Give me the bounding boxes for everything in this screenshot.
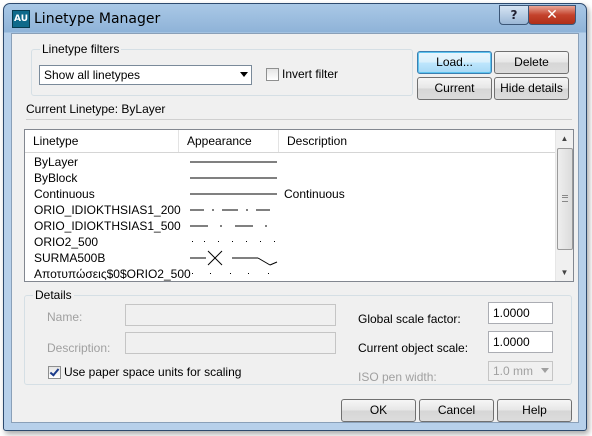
cancel-button[interactable]: Cancel: [419, 399, 494, 422]
column-header-description[interactable]: Description: [279, 130, 556, 152]
list-item[interactable]: ORIO_IDIOKTHSIAS1_200: [25, 202, 556, 218]
separator: [26, 119, 572, 120]
global-scale-input[interactable]: 1.0000: [488, 302, 553, 324]
invert-filter-checkbox[interactable]: [266, 68, 279, 81]
linetype-appearance-preview: [190, 250, 278, 266]
load-button[interactable]: Load...: [417, 51, 492, 74]
object-scale-label: Current object scale:: [358, 341, 469, 355]
linetype-filter-dropdown[interactable]: Show all linetypes: [39, 65, 252, 85]
linetype-appearance-preview: [190, 161, 277, 163]
close-button[interactable]: ✕: [528, 5, 576, 25]
linetype-filter-value: Show all linetypes: [44, 68, 141, 82]
linetype-filters-group: Linetype filters Show all linetypes Inve…: [31, 42, 413, 96]
current-linetype-line: Current Linetype: ByLayer: [26, 102, 165, 116]
list-item[interactable]: ORIO2_500: [25, 234, 556, 250]
list-rows: ByLayer ByBlock Continuous Continuous ORIO_I…: [25, 154, 556, 281]
name-label: Name:: [47, 310, 83, 324]
window-title: Linetype Manager: [34, 11, 161, 27]
iso-pen-width-value: 1.0 mm: [493, 364, 534, 378]
scroll-up-arrow-icon[interactable]: ▲: [556, 130, 573, 147]
linetype-appearance-preview: [190, 209, 270, 211]
linetype-name: Αποτυπώσεις$0$ORIO2_500: [34, 267, 191, 281]
linetype-appearance-preview: [192, 241, 275, 242]
grip-icon: [562, 195, 568, 202]
linetype-list[interactable]: Linetype Appearance Description ByLayer B…: [24, 129, 574, 282]
linetype-name: ByBlock: [34, 171, 78, 185]
details-legend: Details: [33, 288, 74, 302]
scroll-down-arrow-icon[interactable]: ▼: [556, 264, 573, 281]
linetype-appearance-preview: [190, 193, 277, 195]
list-item[interactable]: Αποτυπώσεις$0$ORIO2_500: [25, 266, 556, 281]
column-header-linetype[interactable]: Linetype: [25, 130, 179, 152]
linetype-appearance-preview: [190, 177, 277, 179]
iso-pen-width-label: ISO pen width:: [358, 370, 437, 384]
column-header-appearance[interactable]: Appearance: [179, 130, 279, 152]
linetype-manager-window: AU Linetype Manager ? ✕ Linetype filters…: [3, 3, 587, 431]
linetype-description: Continuous: [284, 187, 345, 201]
autocad-app-icon: AU: [12, 10, 30, 28]
list-item[interactable]: ORIO_IDIOKTHSIAS1_500: [25, 218, 556, 234]
linetype-name: ORIO_IDIOKTHSIAS1_200: [34, 203, 181, 217]
paper-space-units-checkbox[interactable]: [48, 366, 61, 379]
linetype-name: ORIO_IDIOKTHSIAS1_500: [34, 219, 181, 233]
current-linetype-label: Current Linetype:: [26, 102, 119, 116]
ok-button[interactable]: OK: [341, 399, 416, 422]
name-field: [125, 304, 336, 326]
description-field: [125, 332, 336, 354]
vertical-scrollbar[interactable]: ▲ ▼: [555, 130, 573, 281]
list-item[interactable]: Continuous Continuous: [25, 186, 556, 202]
help-button[interactable]: Help: [497, 399, 572, 422]
linetype-name: ORIO2_500: [34, 235, 99, 249]
current-button[interactable]: Current: [417, 77, 492, 100]
chevron-down-icon: [240, 72, 248, 77]
title-bar[interactable]: AU Linetype Manager ? ✕: [4, 4, 586, 34]
list-item[interactable]: SURMA500B: [25, 250, 556, 266]
linetype-appearance-preview: [190, 225, 267, 227]
object-scale-input[interactable]: 1.0000: [488, 331, 553, 353]
iso-pen-width-dropdown: 1.0 mm: [488, 361, 553, 381]
linetype-name: ByLayer: [34, 155, 79, 169]
list-item[interactable]: ByBlock: [25, 170, 556, 186]
help-title-button[interactable]: ?: [499, 5, 529, 25]
list-header: Linetype Appearance Description: [25, 130, 556, 153]
current-linetype-value: ByLayer: [121, 102, 166, 116]
paper-space-units-label: Use paper space units for scaling: [64, 365, 242, 379]
hide-details-button[interactable]: Hide details: [494, 77, 569, 100]
description-label: Description:: [47, 341, 111, 355]
list-item[interactable]: ByLayer: [25, 154, 556, 170]
invert-filter-label: Invert filter: [282, 67, 339, 81]
linetype-filters-legend: Linetype filters: [40, 42, 122, 56]
linetype-name: SURMA500B: [34, 251, 106, 265]
linetype-name: Continuous: [34, 187, 95, 201]
linetype-appearance-preview: [192, 273, 269, 274]
delete-button[interactable]: Delete: [494, 51, 569, 74]
scrollbar-thumb[interactable]: [557, 148, 573, 250]
chevron-down-icon: [541, 368, 549, 373]
global-scale-label: Global scale factor:: [358, 312, 461, 326]
